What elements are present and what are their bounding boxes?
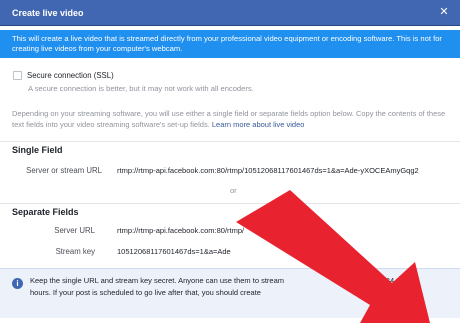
red-arrow-icon bbox=[236, 190, 430, 323]
create-live-video-dialog: Create live video ✕ This will create a l… bbox=[0, 0, 460, 323]
red-arrow-shape bbox=[236, 190, 430, 323]
